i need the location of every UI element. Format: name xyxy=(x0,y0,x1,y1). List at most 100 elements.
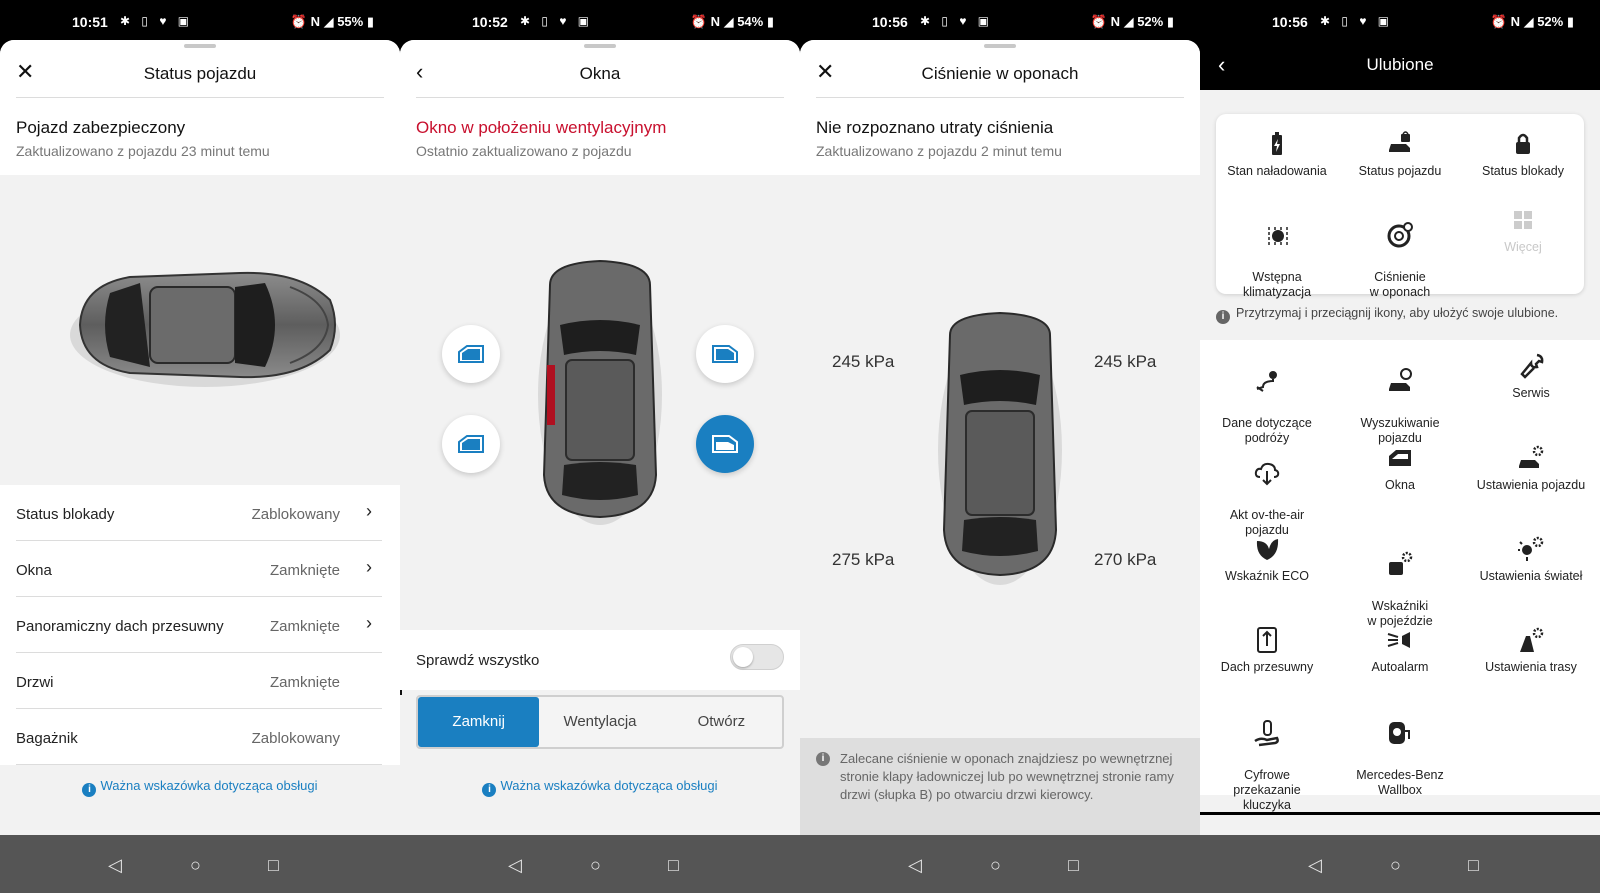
recents-nav-icon[interactable]: □ xyxy=(1068,855,1079,876)
segment-close[interactable]: Zamknij xyxy=(418,697,540,747)
home-nav-icon[interactable]: ○ xyxy=(1390,855,1401,876)
help-link[interactable]: i Ważna wskazówka dotycząca obsługi xyxy=(0,778,400,797)
home-nav-icon[interactable]: ○ xyxy=(590,855,601,876)
item-route-settings[interactable]: Ustawienia trasy xyxy=(1470,626,1592,675)
item-sunroof[interactable]: Dach przesuwny xyxy=(1206,626,1328,675)
sheet-header: ✕ Ciśnienie w oponach Nie rozpoznano utr… xyxy=(800,40,1200,175)
tile-label: Ciśnienie w oponach xyxy=(1369,270,1431,299)
check-all-toggle[interactable] xyxy=(730,644,784,670)
car-view xyxy=(0,175,400,485)
item-windows[interactable]: Okna xyxy=(1339,444,1461,493)
row-doors: Drzwi Zamknięte xyxy=(16,653,382,709)
help-link[interactable]: i Ważna wskazówka dotycząca obsługi xyxy=(400,778,800,797)
fav-more[interactable]: Więcej xyxy=(1462,206,1584,255)
row-windows[interactable]: Okna Zamknięte › xyxy=(16,541,382,597)
item-light-settings[interactable]: Ustawienia świateł xyxy=(1470,535,1592,584)
tile-label: Dach przesuwny xyxy=(1220,660,1314,674)
back-nav-icon[interactable]: ◁ xyxy=(508,855,522,876)
segment-vent[interactable]: Wentylacja xyxy=(539,697,660,747)
item-eco-indicator[interactable]: Wskaźnik ECO xyxy=(1206,535,1328,584)
item-wallbox[interactable]: Mercedes-Benz Wallbox xyxy=(1339,704,1461,798)
reorder-hint: i Przytrzymaj i przeciągnij ikony, aby uł… xyxy=(1216,306,1558,324)
status-right: ⏰ N ◢ 52% ▮ xyxy=(1490,14,1574,29)
car-lock-icon xyxy=(1389,131,1410,152)
fav-lock-status[interactable]: Status blokady xyxy=(1462,130,1584,179)
row-value: Zablokowany xyxy=(251,506,340,523)
pressure-rear-right: 270 kPa xyxy=(1094,550,1157,569)
back-nav-icon[interactable]: ◁ xyxy=(908,855,922,876)
screen-favorites: 10:56 ✱ ▯ ♥ ▣ ⏰ N ◢ 52% ▮ ‹ Ulubione Sta… xyxy=(1200,0,1600,893)
item-trip-data[interactable]: Dane dotyczące podróży xyxy=(1206,352,1328,446)
back-nav-icon[interactable]: ◁ xyxy=(108,855,122,876)
car-gear-icon xyxy=(1519,445,1544,468)
tile-label: Wskaźnik ECO xyxy=(1224,569,1310,583)
android-nav-bar: ◁ ○ □ xyxy=(0,835,400,893)
check-all-row: Sprawdź wszystko xyxy=(400,630,800,690)
tile-label: Cyfrowe przekazanie kluczyka xyxy=(1233,768,1301,812)
window-rear-left-button[interactable] xyxy=(442,415,500,473)
window-front-right-button[interactable] xyxy=(696,325,754,383)
fav-tire-pressure[interactable]: Ciśnienie w oponach xyxy=(1339,206,1461,300)
recents-nav-icon[interactable]: □ xyxy=(268,855,279,876)
item-vehicle-settings[interactable]: Ustawienia pojazdu xyxy=(1470,444,1592,493)
battery-percent: 55% xyxy=(337,14,364,29)
light-gear-icon xyxy=(1518,536,1544,561)
nav-bar: ‹ Okna xyxy=(416,54,784,98)
tile-label: Akt ov-the-air pojazdu xyxy=(1229,508,1305,537)
pressure-front-right: 245 kPa xyxy=(1094,352,1157,371)
chevron-right-icon: › xyxy=(366,557,372,577)
drag-handle[interactable] xyxy=(184,44,216,48)
status-bar: 10:56 ✱ ▯ ♥ ▣ ⏰ N ◢ 52% ▮ xyxy=(800,0,1200,40)
tile-label: Wyszukiwanie pojazdu xyxy=(1360,416,1440,445)
item-car-alarm[interactable]: Autoalarm xyxy=(1339,626,1461,675)
battery-percent: 52% xyxy=(1537,14,1564,29)
toggle-knob xyxy=(733,647,753,667)
window-front-left-button[interactable] xyxy=(442,325,500,383)
favorites-card: Stan naładowania Status pojazdu Status b… xyxy=(1216,114,1584,299)
item-find-vehicle[interactable]: Wyszukiwanie pojazdu xyxy=(1339,352,1461,446)
pressure-front-left: 245 kPa xyxy=(832,352,895,371)
car-pin-icon xyxy=(1389,368,1412,391)
item-digital-key[interactable]: Cyfrowe przekazanie kluczyka xyxy=(1206,704,1328,813)
back-nav-icon[interactable]: ◁ xyxy=(1308,855,1322,876)
fav-vehicle-status[interactable]: Status pojazdu xyxy=(1339,130,1461,179)
recents-nav-icon[interactable]: □ xyxy=(1468,855,1479,876)
close-icon[interactable]: ✕ xyxy=(16,60,40,84)
item-ota-update[interactable]: Akt ov-the-air pojazdu xyxy=(1206,444,1328,538)
segment-open[interactable]: Otwórz xyxy=(661,697,782,747)
row-lock-status[interactable]: Status blokady Zablokowany › xyxy=(16,485,382,541)
drag-handle[interactable] xyxy=(984,44,1016,48)
home-nav-icon[interactable]: ○ xyxy=(990,855,1001,876)
tire-car-view: 245 kPa 245 kPa 275 kPa 270 kPa xyxy=(800,175,1200,738)
back-icon[interactable]: ‹ xyxy=(416,60,440,84)
row-sunroof[interactable]: Panoramiczny dach przesuwny Zamknięte › xyxy=(16,597,382,653)
item-vehicle-indicators[interactable]: Wskaźniki w pojeździe xyxy=(1339,535,1461,629)
tile-label: Mercedes-Benz Wallbox xyxy=(1356,768,1444,797)
status-right: ⏰ N ◢ 52% ▮ xyxy=(1090,14,1174,29)
nav-bar: ‹ Ulubione xyxy=(1200,40,1600,90)
item-service[interactable]: Serwis xyxy=(1470,352,1592,401)
car-top-view xyxy=(400,175,800,630)
fav-preclimate[interactable]: Wstępna klimatyzacja xyxy=(1216,206,1338,300)
close-icon[interactable]: ✕ xyxy=(816,60,840,84)
tile-label: Więcej xyxy=(1504,240,1542,254)
drag-handle[interactable] xyxy=(584,44,616,48)
windows-status-subtitle: Ostatnio zaktualizowano z pojazdu xyxy=(416,143,632,159)
window-rear-right-button[interactable] xyxy=(696,415,754,473)
car-side-top-image xyxy=(70,271,340,387)
recents-nav-icon[interactable]: □ xyxy=(668,855,679,876)
sheet: ‹ Okna Okno w położeniu wentylacyjnym Os… xyxy=(400,40,800,835)
row-label: Bagażnik xyxy=(16,730,78,747)
screen-tire-pressure: 10:56 ✱ ▯ ♥ ▣ ⏰ N ◢ 52% ▮ ✕ Ciśnienie w … xyxy=(800,0,1200,893)
status-time: 10:51 xyxy=(72,14,108,30)
status-title: Pojazd zabezpieczony xyxy=(16,118,186,137)
nav-bar: ✕ Ciśnienie w oponach xyxy=(816,54,1184,98)
info-icon: i xyxy=(82,783,97,797)
horn-icon xyxy=(1387,632,1410,648)
page-title: Okna xyxy=(579,64,621,83)
status-right: ⏰ N ◢ 55% ▮ xyxy=(290,14,374,29)
wrench-icon xyxy=(1520,353,1544,379)
fav-charge-state[interactable]: Stan naładowania xyxy=(1216,130,1338,179)
home-nav-icon[interactable]: ○ xyxy=(190,855,201,876)
row-value: Zablokowany xyxy=(251,730,340,747)
